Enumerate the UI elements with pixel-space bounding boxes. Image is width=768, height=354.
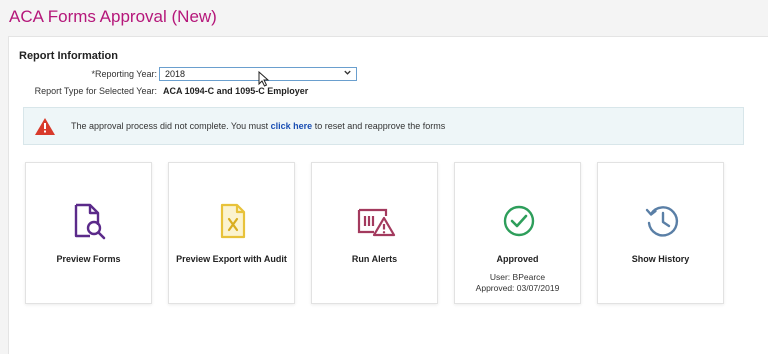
chevron-down-icon [343,68,352,80]
preview-export-card[interactable]: Preview Export with Audit [168,162,295,304]
preview-forms-card[interactable]: Preview Forms [25,162,152,304]
approved-user: User: BPearce [489,272,546,282]
approved-date: Approved: 03/07/2019 [475,283,560,293]
excel-file-icon [213,201,253,241]
alert-banner: The approval process did not complete. Y… [23,107,744,145]
show-history-card[interactable]: Show History [597,162,724,304]
document-search-icon [70,201,110,241]
warning-triangle-icon [34,117,56,141]
page-title: ACA Forms Approval (New) [9,7,217,26]
section-heading: Report Information [19,50,118,62]
run-alerts-card[interactable]: Run Alerts [311,162,438,304]
approved-card[interactable]: Approved User: BPearce Approved: 03/07/2… [454,162,581,304]
preview-export-label: Preview Export with Audit [176,254,287,264]
preview-forms-label: Preview Forms [56,254,121,264]
alert-warning-icon [356,201,396,241]
show-history-label: Show History [631,254,690,264]
reporting-year-value: 2018 [165,69,186,79]
report-type-value: ACA 1094-C and 1095-C Employer [163,86,309,96]
alert-text-before: The approval process did not complete. Y… [71,121,269,131]
alert-text-after: to reset and reapprove the forms [314,121,446,131]
check-circle-icon [499,201,539,241]
run-alerts-label: Run Alerts [351,254,398,264]
alert-message: The approval process did not complete. Y… [71,121,445,131]
history-clock-icon [642,201,682,241]
reporting-year-label: *Reporting Year: [91,69,157,79]
approved-label: Approved [496,254,539,264]
report-type-label: Report Type for Selected Year: [34,86,157,96]
reset-link[interactable]: click here [271,121,313,131]
